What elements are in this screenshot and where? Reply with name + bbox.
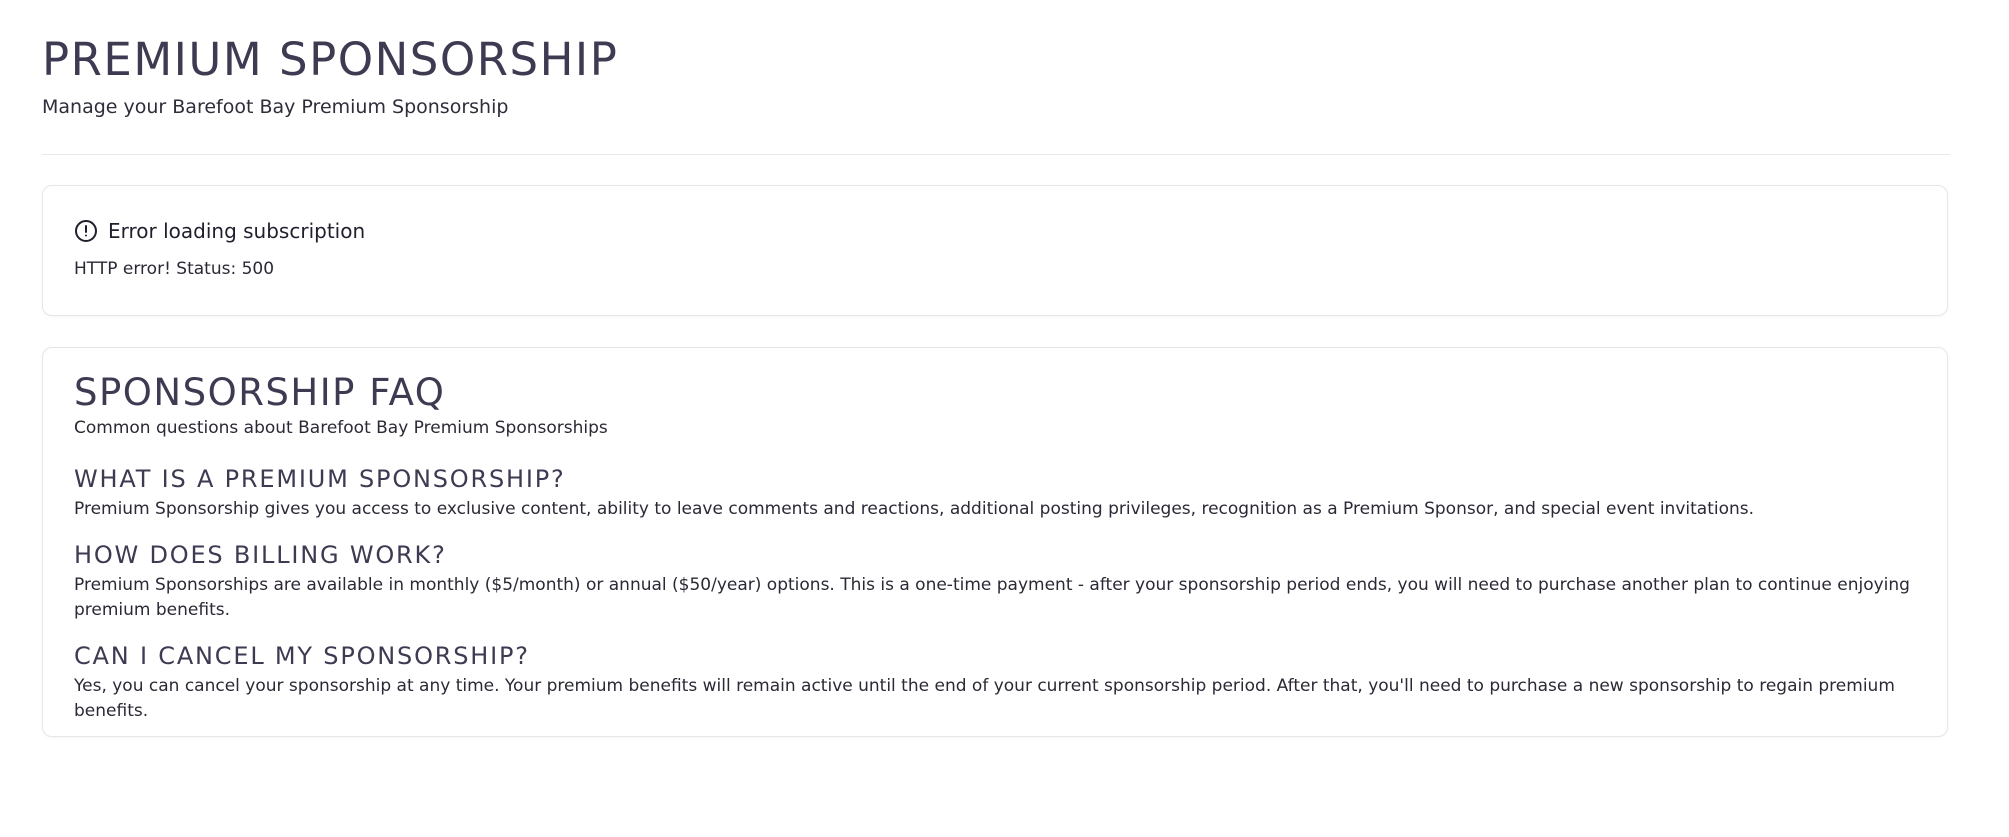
page-subtitle: Manage your Barefoot Bay Premium Sponsor… — [42, 96, 509, 118]
page: Premium Sponsorship Manage your Barefoot… — [0, 0, 1992, 737]
error-alert-card: Error loading subscription HTTP error! S… — [42, 185, 1948, 316]
faq-item: Can I cancel my sponsorship? Yes, you ca… — [74, 643, 1916, 724]
page-title: Premium Sponsorship — [42, 33, 619, 86]
faq-card: Sponsorship FAQ Common questions about B… — [42, 347, 1948, 737]
faq-title: Sponsorship FAQ — [74, 371, 446, 414]
error-detail: HTTP error! Status: 500 — [74, 259, 275, 279]
alert-circle-icon — [74, 219, 98, 243]
header-divider — [42, 154, 1950, 155]
faq-question: Can I cancel my sponsorship? — [74, 642, 530, 670]
faq-question: What is a Premium Sponsorship? — [74, 465, 566, 493]
faq-question: How does billing work? — [74, 541, 447, 569]
faq-answer: Yes, you can cancel your sponsorship at … — [74, 676, 1895, 721]
faq-item: What is a Premium Sponsorship? Premium S… — [74, 466, 1916, 522]
faq-item: How does billing work? Premium Sponsorsh… — [74, 542, 1916, 623]
error-title: Error loading subscription — [108, 219, 366, 243]
faq-answer: Premium Sponsorship gives you access to … — [74, 499, 1755, 519]
faq-subtitle: Common questions about Barefoot Bay Prem… — [74, 418, 608, 438]
error-title-row: Error loading subscription — [74, 219, 1916, 243]
faq-answer: Premium Sponsorships are available in mo… — [74, 575, 1910, 620]
